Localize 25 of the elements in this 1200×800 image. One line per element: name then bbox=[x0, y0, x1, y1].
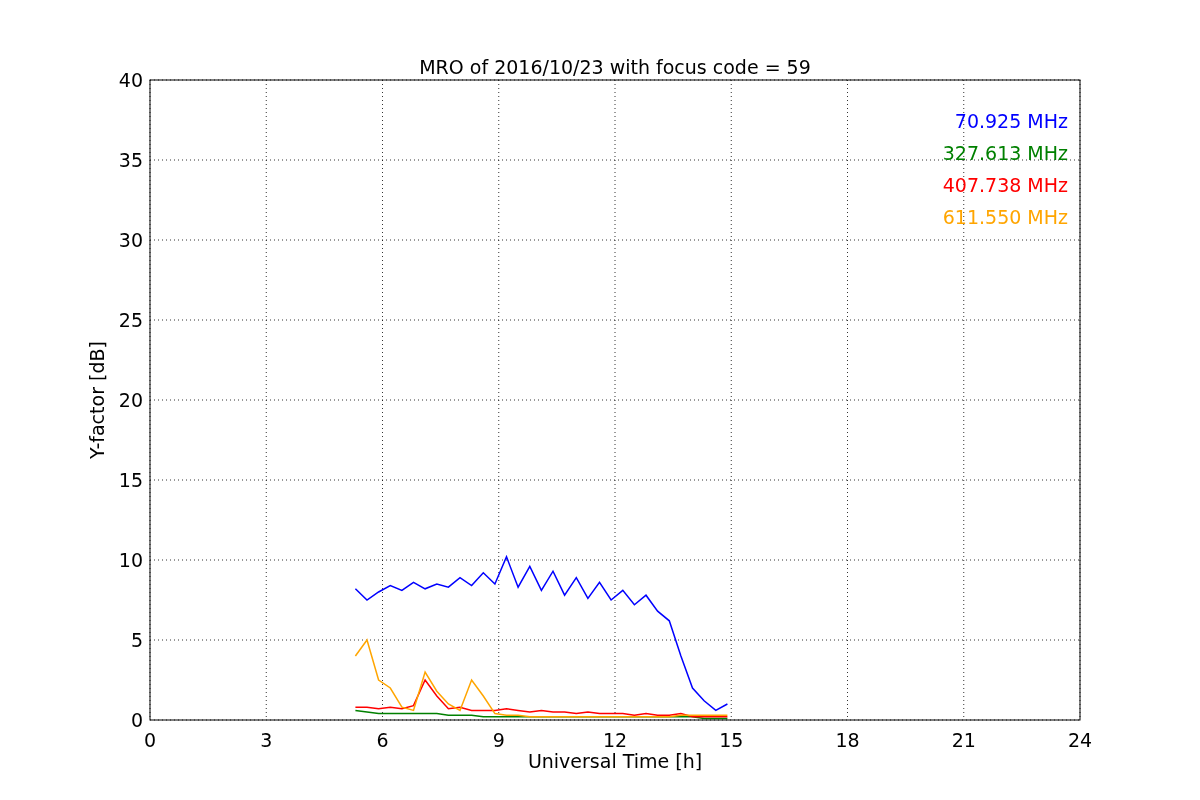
tick-label: 12 bbox=[602, 729, 628, 751]
legend-label: 407.738 MHz bbox=[942, 174, 1068, 196]
tick-label: 9 bbox=[492, 729, 505, 751]
tick-label: 10 bbox=[118, 549, 143, 571]
tick-label: 0 bbox=[143, 729, 157, 751]
tick-label: 25 bbox=[118, 309, 143, 331]
axis-label: Y-factor [dB] bbox=[86, 341, 108, 459]
legend-label: 327.613 MHz bbox=[942, 142, 1068, 164]
tick-label: 18 bbox=[835, 729, 860, 751]
axis-label: Universal Time [h] bbox=[527, 750, 703, 772]
chart-title: MRO of 2016/10/23 with focus code = 59 bbox=[419, 56, 811, 78]
tick-label: 24 bbox=[1067, 729, 1093, 751]
tick-label: 0 bbox=[130, 709, 143, 731]
tick-label: 5 bbox=[130, 629, 143, 651]
tick-label: 30 bbox=[118, 229, 143, 251]
tick-label: 20 bbox=[118, 389, 143, 411]
tick-label: 6 bbox=[376, 729, 389, 751]
legend-label: 70.925 MHz bbox=[954, 110, 1068, 132]
legend-label: 611.550 MHz bbox=[942, 206, 1068, 228]
tick-label: 15 bbox=[719, 729, 744, 751]
tick-label: 3 bbox=[260, 729, 273, 751]
tick-label: 40 bbox=[118, 69, 143, 91]
tick-label: 15 bbox=[118, 469, 143, 491]
tick-label: 21 bbox=[951, 729, 976, 751]
tick-label: 35 bbox=[118, 149, 143, 171]
